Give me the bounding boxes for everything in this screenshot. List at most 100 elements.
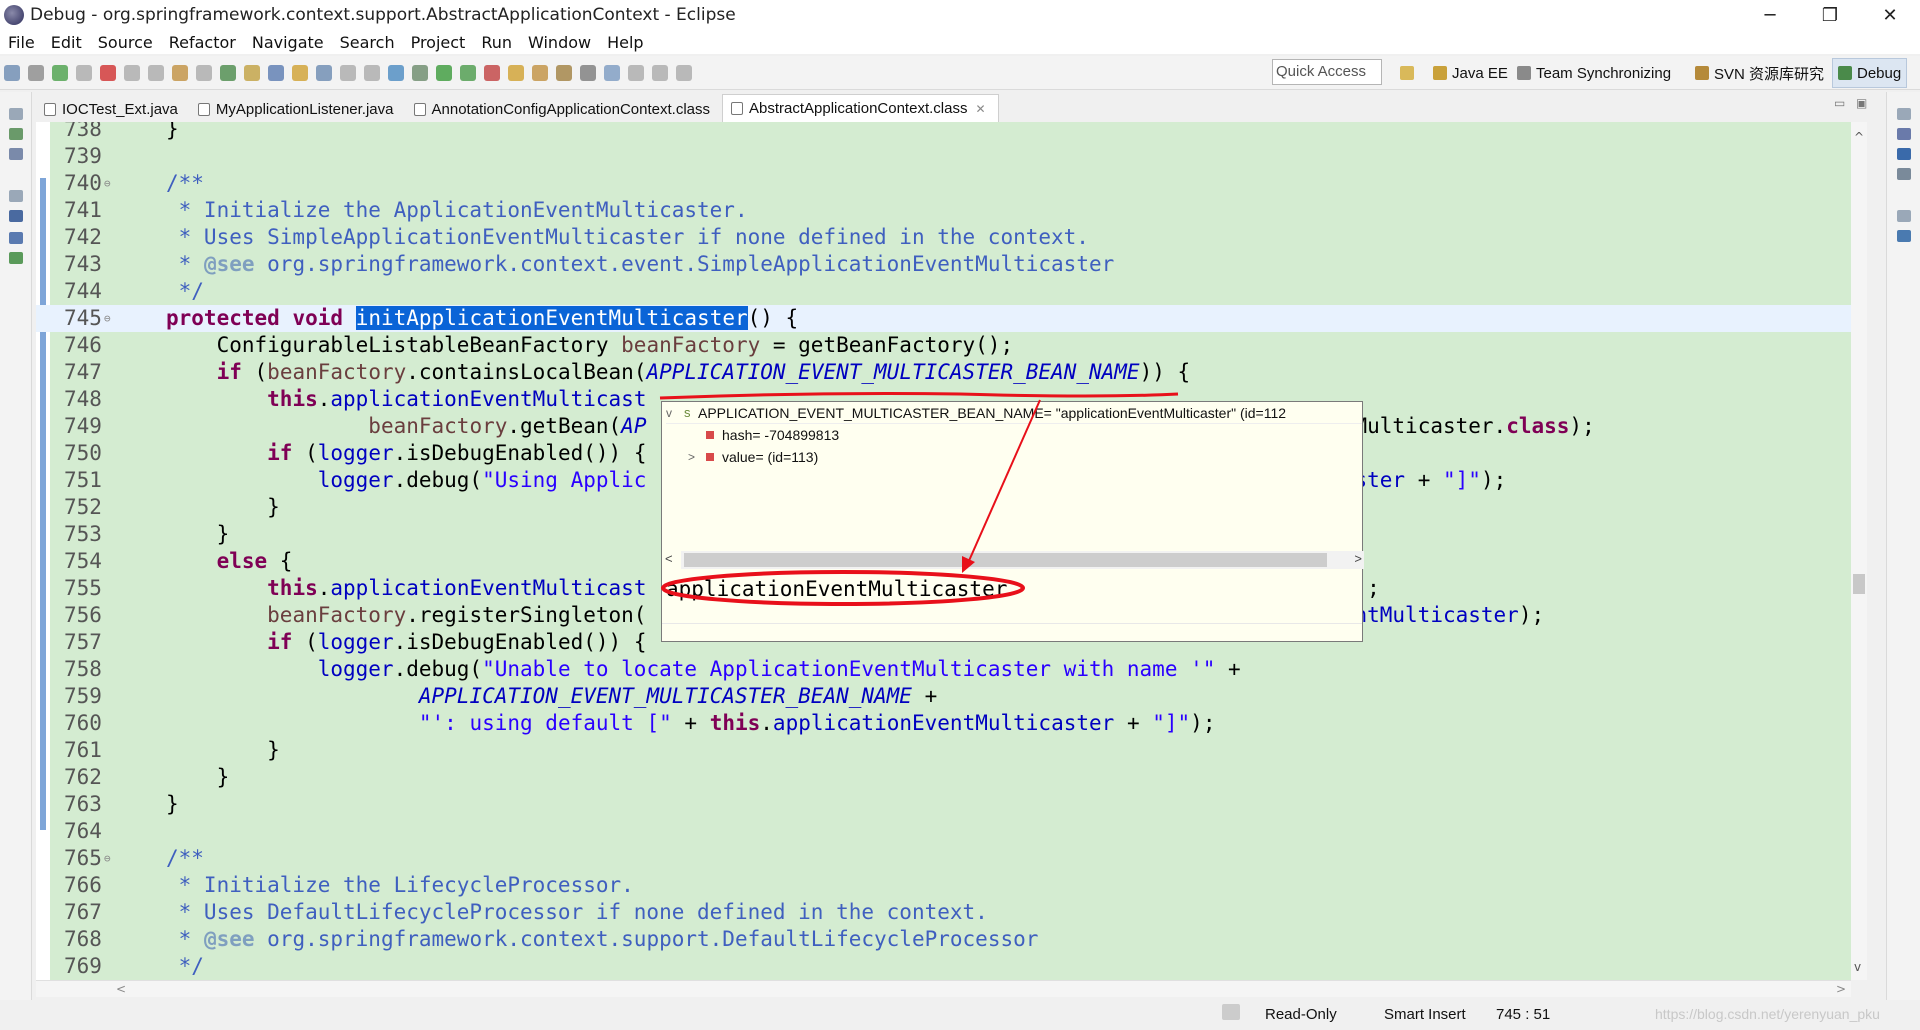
tab-annotation-config-context[interactable]: AnnotationConfigApplicationContext.class — [406, 96, 723, 122]
code-line[interactable]: 739 — [36, 143, 1851, 170]
popup-horizontal-scrollbar[interactable]: < > — [665, 551, 1364, 569]
toolbar-button-21-icon[interactable] — [484, 64, 500, 81]
tasks-view-icon[interactable] — [9, 252, 23, 264]
toolbar-button-25-icon[interactable] — [580, 64, 596, 81]
expand-icon[interactable]: > — [688, 446, 698, 468]
toolbar-button-20-icon[interactable] — [460, 64, 476, 81]
minimize-editor-button[interactable]: ▭ — [1834, 96, 1845, 110]
popup-root-node[interactable]: v s APPLICATION_EVENT_MULTICASTER_BEAN_N… — [666, 402, 1362, 424]
toolbar-button-18-icon[interactable] — [412, 64, 428, 81]
toolbar-button-8-icon[interactable] — [172, 64, 188, 81]
toolbar-button-2-icon[interactable] — [28, 64, 44, 81]
restore-view-icon-right-2[interactable] — [1897, 210, 1911, 222]
fold-toggle-icon[interactable]: ⊖ — [104, 305, 111, 332]
menu-edit[interactable]: Edit — [43, 33, 90, 52]
toolbar-button-14-icon[interactable] — [316, 64, 332, 81]
toolbar-button-28-icon[interactable] — [652, 64, 668, 81]
code-line[interactable]: 762 } — [36, 764, 1851, 791]
code-line[interactable]: 746 ConfigurableListableBeanFactory bean… — [36, 332, 1851, 359]
code-line[interactable]: 744 */ — [36, 278, 1851, 305]
open-perspective-button[interactable] — [1395, 58, 1424, 88]
debug-inspect-popup[interactable]: v s APPLICATION_EVENT_MULTICASTER_BEAN_N… — [661, 401, 1364, 642]
toolbar-button-7-icon[interactable] — [148, 64, 164, 81]
code-line[interactable]: 765 ⊖/** — [36, 845, 1851, 872]
perspective-svn[interactable]: SVN 资源库研究 — [1690, 58, 1829, 88]
console-view-icon[interactable] — [9, 232, 23, 244]
menu-navigate[interactable]: Navigate — [244, 33, 332, 52]
toolbar-button-12-icon[interactable] — [268, 64, 284, 81]
toolbar-button-19-icon[interactable] — [436, 64, 452, 81]
restore-button[interactable]: ❐ — [1800, 0, 1860, 30]
close-window-button[interactable]: ✕ — [1860, 0, 1920, 30]
menu-run[interactable]: Run — [473, 33, 520, 52]
code-line[interactable]: 769 */ — [36, 953, 1851, 980]
collapse-icon[interactable]: v — [666, 402, 676, 424]
code-line[interactable]: 745 ⊖ protected void initApplicationEventM… — [36, 305, 1851, 332]
scroll-thumb[interactable] — [1853, 574, 1865, 594]
restore-view-icon[interactable] — [9, 108, 23, 120]
code-line[interactable]: 740 ⊖/** — [36, 170, 1851, 197]
menu-help[interactable]: Help — [599, 33, 651, 52]
quick-access-input[interactable]: Quick Access — [1272, 59, 1382, 85]
code-line[interactable]: 747 if (beanFactory.containsLocalBean(AP… — [36, 359, 1851, 386]
code-line[interactable]: 760 "': using default [" + this.applicat… — [36, 710, 1851, 737]
toolbar-button-23-icon[interactable] — [532, 64, 548, 81]
toolbar-button-29-icon[interactable] — [676, 64, 692, 81]
popup-child-value[interactable]: > value= (id=113) — [662, 446, 1062, 468]
toolbar-button-13-icon[interactable] — [292, 64, 308, 81]
toolbar-button-27-icon[interactable] — [628, 64, 644, 81]
perspective-java-ee[interactable]: Java EE — [1428, 58, 1513, 88]
code-line[interactable]: 758 logger.debug("Unable to locate Appli… — [36, 656, 1851, 683]
tab-ioctest-ext[interactable]: IOCTest_Ext.java — [36, 96, 190, 122]
toolbar-button-22-icon[interactable] — [508, 64, 524, 81]
code-line[interactable]: 738} — [36, 122, 1851, 143]
toolbar-button-24-icon[interactable] — [556, 64, 572, 81]
code-line[interactable]: 767 * Uses DefaultLifecycleProcessor if … — [36, 899, 1851, 926]
debug-view-icon[interactable] — [9, 128, 23, 140]
code-line[interactable]: 766 * Initialize the LifecycleProcessor. — [36, 872, 1851, 899]
code-line[interactable]: 763} — [36, 791, 1851, 818]
outline-view-icon-right[interactable] — [1897, 230, 1911, 242]
toolbar-button-11-icon[interactable] — [244, 64, 260, 81]
toolbar-button-1-icon[interactable] — [4, 64, 20, 81]
toolbar-button-15-icon[interactable] — [340, 64, 356, 81]
variables-view-icon[interactable] — [1897, 128, 1911, 140]
fold-toggle-icon[interactable]: ⊖ — [104, 170, 111, 197]
close-tab-icon[interactable]: ✕ — [975, 102, 985, 116]
popup-child-hash[interactable]: hash= -704899813 — [662, 424, 1062, 446]
restore-view-icon-2[interactable] — [9, 190, 23, 202]
editor-vertical-scrollbar[interactable]: ^ v — [1851, 122, 1867, 980]
toolbar-button-3-icon[interactable] — [52, 64, 68, 81]
code-line[interactable]: 764 — [36, 818, 1851, 845]
menu-search[interactable]: Search — [332, 33, 403, 52]
scroll-left-icon[interactable]: < — [665, 551, 673, 566]
breakpoints-view-icon[interactable] — [1897, 148, 1911, 160]
popup-scroll-thumb[interactable] — [684, 553, 1327, 567]
toolbar-button-16-icon[interactable] — [364, 64, 380, 81]
fold-toggle-icon[interactable]: ⊖ — [104, 845, 111, 872]
toolbar-button-5-icon[interactable] — [100, 64, 116, 81]
menu-window[interactable]: Window — [520, 33, 599, 52]
expressions-view-icon[interactable] — [1897, 168, 1911, 180]
code-line[interactable]: 743 * @see org.springframework.context.e… — [36, 251, 1851, 278]
tab-abstract-application-context[interactable]: AbstractApplicationContext.class ✕ — [722, 94, 999, 122]
toolbar-button-4-icon[interactable] — [76, 64, 92, 81]
toolbar-button-6-icon[interactable] — [124, 64, 140, 81]
tab-my-application-listener[interactable]: MyApplicationListener.java — [190, 96, 406, 122]
menu-source[interactable]: Source — [90, 33, 161, 52]
scroll-right-icon[interactable]: > — [1354, 551, 1362, 566]
servers-view-icon[interactable] — [9, 148, 23, 160]
perspective-debug[interactable]: Debug — [1832, 58, 1908, 88]
minimize-button[interactable]: ─ — [1740, 0, 1800, 30]
scroll-left-icon[interactable]: < — [116, 982, 126, 996]
menu-project[interactable]: Project — [403, 33, 474, 52]
popup-detail-pane[interactable]: applicationEventMulticaster — [664, 572, 1340, 622]
code-line[interactable]: 741 * Initialize the ApplicationEventMul… — [36, 197, 1851, 224]
scroll-right-icon[interactable]: > — [1836, 982, 1846, 996]
toolbar-button-9-icon[interactable] — [196, 64, 212, 81]
toolbar-button-17-icon[interactable] — [388, 64, 404, 81]
menu-file[interactable]: File — [0, 33, 43, 52]
detail-horizontal-scrollbar[interactable] — [662, 623, 1362, 641]
code-line[interactable]: 742 * Uses SimpleApplicationEventMultica… — [36, 224, 1851, 251]
code-line[interactable]: 761 } — [36, 737, 1851, 764]
